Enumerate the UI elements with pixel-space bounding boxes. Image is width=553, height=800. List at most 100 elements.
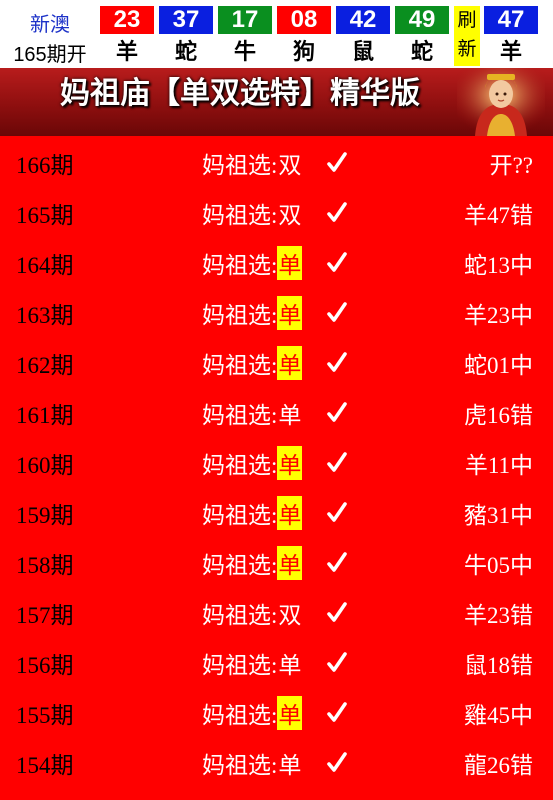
ball-number: 08 (277, 6, 331, 34)
draw-result: 龍26错 (464, 753, 533, 778)
pick-label: 妈祖选: (202, 653, 278, 678)
period-number: 166期 (16, 153, 74, 178)
pick-label: 妈祖选: (202, 303, 278, 328)
prediction-row: 163期 妈祖选:单 羊23中 (0, 288, 553, 338)
prediction-row: 157期 妈祖选:双 羊23错 (0, 588, 553, 638)
draw-result: 蛇13中 (464, 253, 533, 278)
period-number: 156期 (16, 653, 74, 678)
pick: 妈祖选:单 (202, 246, 303, 280)
pick-value: 单 (277, 246, 303, 280)
pick-value: 单 (277, 496, 303, 530)
draw-numbers: 刷 新 23 羊 37 蛇 17 牛 08 狗 42 鼠 49 蛇 47 羊 (100, 6, 553, 66)
prediction-row: 156期 妈祖选:单 鼠18错 (0, 638, 553, 688)
check-icon (327, 302, 347, 322)
check-icon (327, 202, 347, 222)
pick: 妈祖选:双 (202, 596, 302, 630)
pick: 妈祖选:单 (202, 696, 303, 730)
ball-number: 37 (159, 6, 213, 34)
pick: 妈祖选:双 (202, 196, 302, 230)
draw-ball: 17 牛 (218, 6, 272, 66)
pick-label: 妈祖选: (202, 353, 278, 378)
pick-value: 单 (278, 403, 302, 428)
pick-label: 妈祖选: (202, 603, 278, 628)
pick: 妈祖选:单 (202, 346, 303, 380)
pick-value: 单 (277, 546, 303, 580)
page: 新澳 165期开 刷 新 23 羊 37 蛇 17 牛 08 狗 42 鼠 49 蛇 47 羊 妈祖庙【单… (0, 0, 553, 800)
pick: 妈祖选:单 (202, 296, 303, 330)
check-icon (327, 502, 347, 522)
pick-label: 妈祖选: (202, 453, 278, 478)
refresh-button[interactable]: 刷 新 (454, 6, 480, 66)
draw-result-bar: 新澳 165期开 刷 新 23 羊 37 蛇 17 牛 08 狗 42 鼠 49 蛇 47 羊 (0, 0, 553, 68)
pick: 妈祖选:单 (202, 496, 303, 530)
refresh-label-bottom: 新 (457, 38, 477, 60)
draw-ball: 37 蛇 (159, 6, 213, 66)
pick-label: 妈祖选: (202, 553, 278, 578)
pick-value: 单 (277, 696, 303, 730)
pick-value: 双 (278, 203, 302, 228)
check-icon (327, 552, 347, 572)
ball-zodiac: 鼠 (351, 40, 374, 65)
pick: 妈祖选:双 (202, 146, 302, 180)
draw-result: 牛05中 (464, 553, 533, 578)
pick-label: 妈祖选: (202, 703, 278, 728)
pick-label: 妈祖选: (202, 253, 278, 278)
banner-title: 妈祖庙【单双选特】精华版 (60, 76, 420, 111)
prediction-row: 159期 妈祖选:单 豬31中 (0, 488, 553, 538)
pick: 妈祖选:单 (202, 746, 302, 780)
pick-value: 单 (277, 346, 303, 380)
pick-label: 妈祖选: (202, 153, 278, 178)
check-icon (327, 652, 347, 672)
ball-number: 23 (100, 6, 154, 34)
draw-result: 羊23中 (464, 303, 533, 328)
ball-zodiac: 羊 (115, 40, 138, 65)
period-number: 163期 (16, 303, 74, 328)
prediction-row: 161期 妈祖选:单 虎16错 (0, 388, 553, 438)
draw-ball: 08 狗 (277, 6, 331, 66)
draw-result: 羊11中 (464, 453, 533, 478)
check-icon (327, 352, 347, 372)
pick-value: 单 (277, 296, 303, 330)
prediction-row: 155期 妈祖选:单 雞45中 (0, 688, 553, 738)
draw-result: 开?? (489, 153, 533, 178)
period-number: 159期 (16, 503, 74, 528)
prediction-row: 154期 妈祖选:单 龍26错 (0, 738, 553, 788)
period-number: 155期 (16, 703, 74, 728)
ball-number: 49 (395, 6, 449, 34)
ball-zodiac: 蛇 (174, 40, 197, 65)
period-number: 160期 (16, 453, 74, 478)
pick-value: 单 (277, 446, 303, 480)
check-icon (327, 152, 347, 172)
ball-zodiac: 狗 (292, 40, 315, 65)
draw-ball: 49 蛇 (395, 6, 449, 66)
refresh-label-top: 刷 (457, 9, 477, 31)
pick-label: 妈祖选: (202, 203, 278, 228)
mazu-statue-image (457, 68, 545, 136)
ball-zodiac: 羊 (499, 40, 522, 65)
prediction-row: 162期 妈祖选:单 蛇01中 (0, 338, 553, 388)
pick: 妈祖选:单 (202, 646, 302, 680)
check-icon (327, 252, 347, 272)
pick-value: 单 (278, 653, 302, 678)
pick-value: 单 (278, 753, 302, 778)
period-number: 164期 (16, 253, 74, 278)
draw-ball: 47 羊 (484, 6, 538, 66)
draw-result: 豬31中 (464, 503, 533, 528)
ball-zodiac: 牛 (233, 40, 256, 65)
draw-period-label: 165期开 (13, 44, 87, 66)
period-number: 161期 (16, 403, 74, 428)
period-number: 158期 (16, 553, 74, 578)
draw-result: 蛇01中 (464, 353, 533, 378)
pick: 妈祖选:单 (202, 446, 303, 480)
check-icon (327, 602, 347, 622)
ball-number: 47 (484, 6, 538, 34)
draw-ball: 23 羊 (100, 6, 154, 66)
pick-label: 妈祖选: (202, 503, 278, 528)
check-icon (327, 702, 347, 722)
ball-zodiac: 蛇 (410, 40, 433, 65)
pick-value: 双 (278, 603, 302, 628)
ball-number: 42 (336, 6, 390, 34)
draw-result: 羊47错 (464, 203, 533, 228)
pick: 妈祖选:单 (202, 396, 302, 430)
banner: 妈祖庙【单双选特】精华版 (0, 68, 553, 136)
